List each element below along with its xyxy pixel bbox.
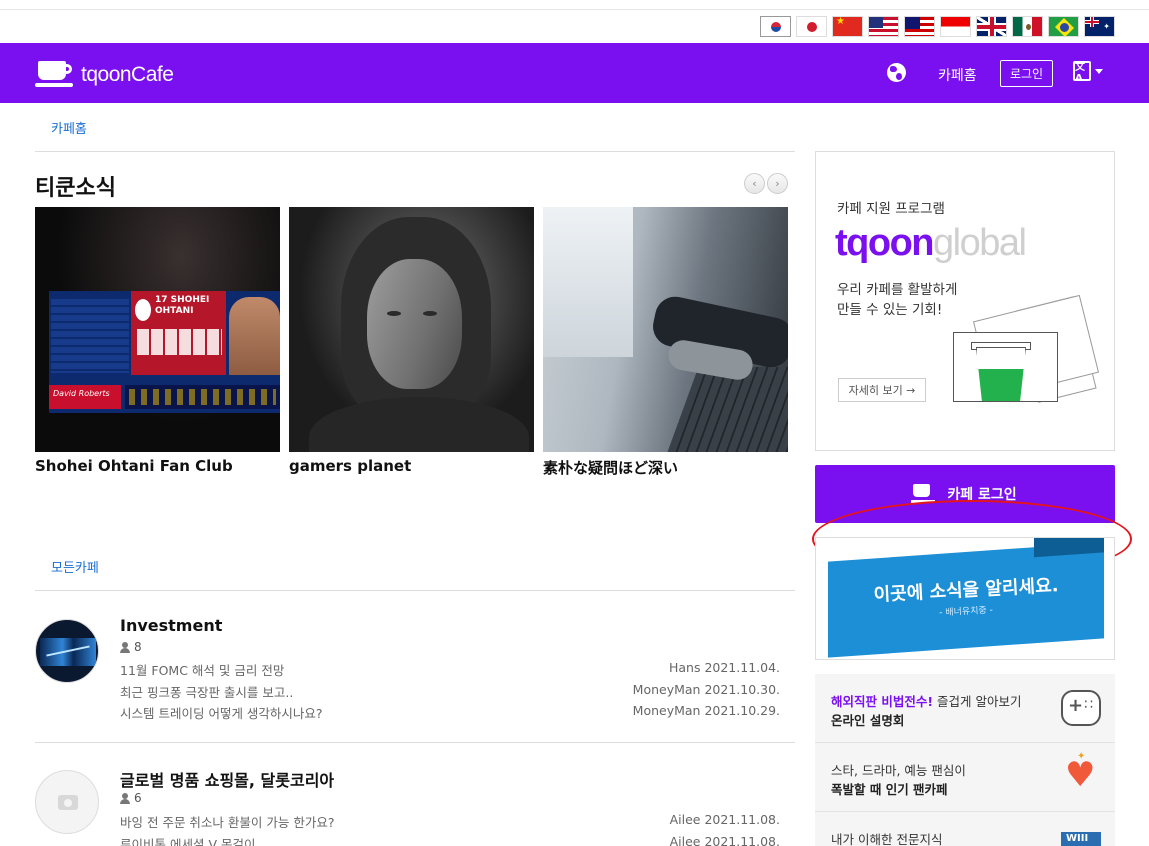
post-title[interactable]: 11월 FOMC 해석 및 금리 전망: [120, 660, 284, 679]
side-promo-item[interactable]: 해외직판 비법전수! 즐겁게 알아보기 온라인 설명회: [815, 674, 1115, 743]
post-title[interactable]: 시스템 트레이딩 어떻게 생각하시나요?: [120, 703, 323, 722]
cup-icon: [911, 484, 937, 504]
side-promo-highlight: 해외직판 비법전수!: [831, 694, 934, 709]
heart-icon: [1061, 751, 1101, 795]
member-count: 8: [120, 640, 142, 654]
post-meta: MoneyMan 2021.10.29.: [632, 703, 780, 718]
member-count-value: 8: [134, 640, 142, 654]
chevron-down-icon: [1095, 68, 1103, 74]
site-header: tqoonCafe 카페홈 로그인 文A: [0, 43, 1149, 103]
header-cafe-home-link[interactable]: 카페홈: [938, 65, 977, 85]
promo-subtitle: 카페 지원 프로그램: [837, 201, 945, 217]
china-flag-icon[interactable]: [832, 16, 863, 37]
translate-icon: 文A: [1073, 61, 1091, 84]
news-card-title[interactable]: Shohei Ohtani Fan Club: [35, 457, 280, 475]
globe-icon[interactable]: [887, 63, 906, 82]
post-row[interactable]: 최근 핑크퐁 극장판 출시를 보고.. MoneyMan 2021.10.30.: [120, 682, 780, 701]
uk-flag-icon[interactable]: [976, 16, 1007, 37]
cafe-thumbnail[interactable]: [35, 619, 99, 683]
language-flags: [760, 16, 1115, 38]
indonesia-flag-icon[interactable]: [940, 16, 971, 37]
promo-banner[interactable]: 카페 지원 프로그램 tqoonglobal 우리 카페를 활발하게 만들 수 …: [815, 151, 1115, 451]
carousel-prev-button[interactable]: ‹: [744, 173, 765, 194]
divider: [35, 742, 795, 743]
side-promo-line2: 폭발할 때 인기 팬카페: [831, 782, 948, 797]
post-meta: Ailee 2021.11.08.: [669, 834, 780, 846]
brazil-flag-icon[interactable]: [1048, 16, 1079, 37]
typing-image[interactable]: [543, 207, 788, 452]
login-button[interactable]: 로그인: [1000, 60, 1053, 87]
promo-brand-global: global: [933, 222, 1027, 264]
news-card-title[interactable]: gamers planet: [289, 457, 534, 475]
post-meta: Hans 2021.11.04.: [668, 660, 780, 675]
post-row[interactable]: 루이비통 에세셜 V 목걸이 Ailee 2021.11.08.: [120, 834, 780, 846]
cafe-name[interactable]: 글로벌 명품 쇼핑몰, 달롯코리아: [120, 767, 334, 791]
site-logo[interactable]: tqoonCafe: [35, 61, 174, 89]
breadcrumb-cafe-home[interactable]: 카페홈: [51, 118, 87, 137]
post-row[interactable]: 11월 FOMC 해석 및 금리 전망 Hans 2021.11.04.: [120, 660, 780, 679]
scoreboard-image[interactable]: 17 SHOHEI OHTANI David Roberts: [35, 207, 280, 452]
cup-icon: [35, 61, 75, 89]
post-meta: MoneyMan 2021.10.30.: [632, 682, 780, 697]
news-card-title[interactable]: 素朴な疑問ほど深い: [543, 457, 788, 478]
promo-brand-tqoon: tqoon: [835, 222, 935, 264]
cafe-login-button[interactable]: 카페 로그인: [815, 465, 1115, 523]
japan-flag-icon[interactable]: [796, 16, 827, 37]
post-row[interactable]: 시스템 트레이딩 어떻게 생각하시나요? MoneyMan 2021.10.29…: [120, 703, 780, 722]
green-cup-icon: [976, 347, 1026, 402]
board-text-2: OHTANI: [155, 306, 194, 316]
cafe-login-label: 카페 로그인: [947, 487, 1017, 503]
side-promo-text: 즐겁게 알아보기: [933, 694, 1022, 709]
divider: [35, 590, 795, 591]
news-card[interactable]: 素朴な疑問ほど深い: [543, 207, 788, 478]
post-title[interactable]: 루이비통 에세셜 V 목걸이: [120, 834, 255, 846]
post-meta: Ailee 2021.11.08.: [669, 812, 780, 827]
board-text-1: 17 SHOHEI: [155, 295, 210, 305]
person-icon: [120, 641, 130, 653]
post-row[interactable]: 바잉 전 주문 취소나 환불이 가능 한가요? Ailee 2021.11.08…: [120, 812, 780, 831]
news-card[interactable]: 17 SHOHEI OHTANI David Roberts Shohei Oht…: [35, 207, 280, 475]
book-icon: [1061, 832, 1101, 846]
malaysia-flag-icon[interactable]: [904, 16, 935, 37]
person-icon: [120, 792, 130, 804]
news-section-title: 티쿤소식: [35, 176, 116, 201]
all-cafes-link[interactable]: 모든카페: [51, 557, 99, 576]
gamepad-icon: [1061, 690, 1101, 726]
side-promo-item[interactable]: 내가 이해한 전문지식: [815, 812, 1115, 846]
member-count-value: 6: [134, 791, 142, 805]
post-title[interactable]: 바잉 전 주문 취소나 환불이 가능 한가요?: [120, 812, 334, 831]
camera-icon: [58, 795, 78, 810]
divider: [35, 151, 795, 152]
promo-description: 우리 카페를 활발하게 만들 수 있는 기회!: [837, 282, 958, 318]
post-title[interactable]: 최근 핑크퐁 극장판 출시를 보고..: [120, 682, 293, 701]
side-promo-line1: 해외직판 비법전수! 즐겁게 알아보기: [831, 691, 1022, 710]
australia-flag-icon[interactable]: [1084, 16, 1115, 37]
promo-brand: tqoonglobal: [835, 222, 1027, 265]
side-promo-line1: 스타, 드라마, 예능 팬심이: [831, 763, 966, 778]
board-ad-text: David Roberts: [49, 385, 121, 409]
side-promo-line2: 온라인 설명회: [831, 713, 905, 728]
usa-flag-icon[interactable]: [868, 16, 899, 37]
cafe-name[interactable]: Investment: [120, 616, 222, 635]
promo-more-button[interactable]: 자세히 보기 →: [838, 378, 926, 402]
language-menu-button[interactable]: 文A: [1073, 61, 1103, 84]
carousel-next-button[interactable]: ›: [767, 173, 788, 194]
side-promo-list: 해외직판 비법전수! 즐겁게 알아보기 온라인 설명회 스타, 드라마, 예능 …: [815, 674, 1115, 846]
cafe-thumbnail[interactable]: [35, 770, 99, 834]
carousel-controls: ‹ ›: [744, 173, 788, 194]
korea-flag-icon[interactable]: [760, 16, 791, 37]
news-card[interactable]: gamers planet: [289, 207, 534, 475]
side-promo-line1: 내가 이해한 전문지식: [831, 832, 943, 846]
logo-text: tqoonCafe: [81, 63, 174, 86]
ad-banner[interactable]: 이곳에 소식을 알리세요. - 배너유치중 -: [815, 537, 1115, 660]
side-promo-item[interactable]: 스타, 드라마, 예능 팬심이 폭발할 때 인기 팬카페: [815, 743, 1115, 812]
member-count: 6: [120, 791, 142, 805]
portrait-image[interactable]: [289, 207, 534, 452]
mexico-flag-icon[interactable]: [1012, 16, 1043, 37]
top-divider: [0, 9, 1149, 10]
